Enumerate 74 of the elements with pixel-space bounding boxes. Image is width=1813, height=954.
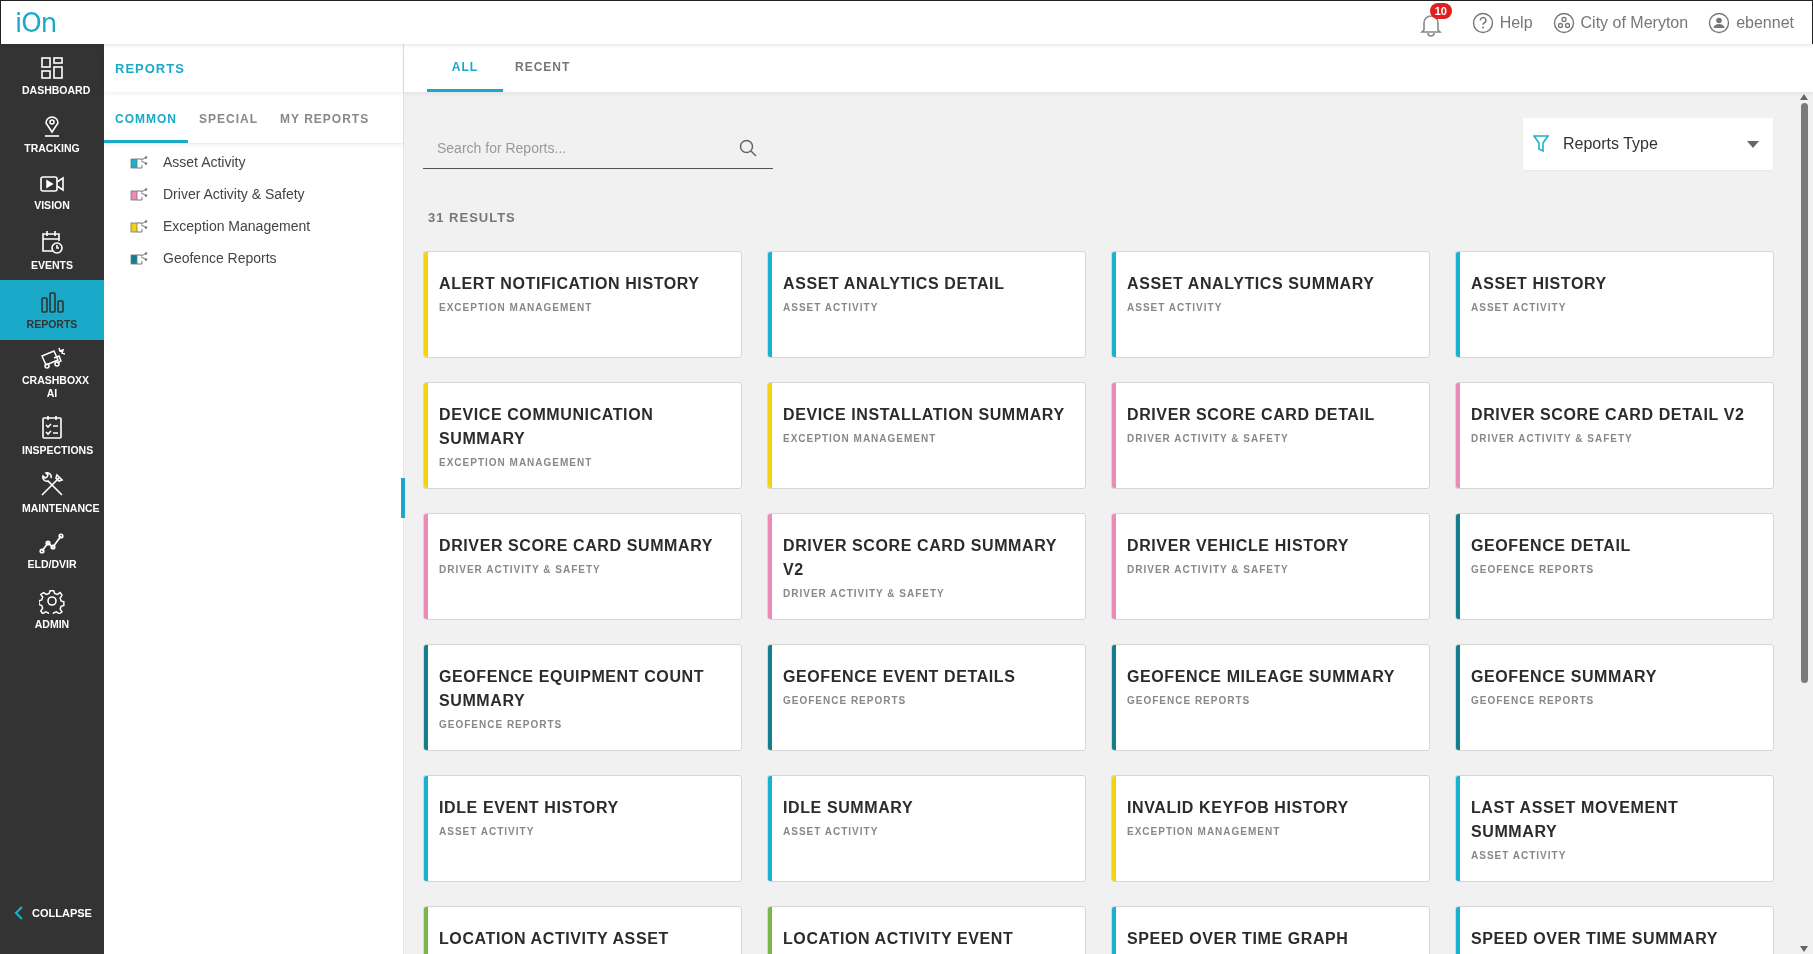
- report-card[interactable]: LOCATION ACTIVITY ASSET: [423, 906, 742, 954]
- category-item[interactable]: Geofence Reports: [130, 242, 403, 274]
- report-card[interactable]: ASSET HISTORY ASSET ACTIVITY: [1455, 251, 1774, 358]
- scroll-up-icon[interactable]: [1800, 94, 1808, 100]
- report-card[interactable]: SPEED OVER TIME GRAPH: [1111, 906, 1430, 954]
- bar-chart-icon: [40, 289, 64, 314]
- report-card[interactable]: DRIVER SCORE CARD DETAIL V2 DRIVER ACTIVITY & SAFETY: [1455, 382, 1774, 489]
- tools-icon: [39, 472, 65, 498]
- sidebar-item[interactable]: INSPECTIONS: [0, 407, 104, 465]
- folder-share-icon: [130, 219, 148, 233]
- folder-share-icon: [130, 251, 148, 265]
- crashed-truck-icon: [39, 346, 65, 370]
- search-icon: [739, 139, 757, 157]
- scrollbar[interactable]: [1799, 92, 1809, 952]
- report-card[interactable]: DRIVER SCORE CARD DETAIL DRIVER ACTIVITY & SAFETY: [1111, 382, 1430, 489]
- sidebar-item[interactable]: DASHBOARD: [0, 48, 104, 106]
- notification-count: 10: [1429, 2, 1452, 19]
- results-count: 31 RESULTS: [427, 210, 517, 225]
- report-card[interactable]: GEOFENCE EQUIPMENT COUNT SUMMARY GEOFENCE REPORTS: [423, 644, 742, 751]
- settings-icon: [39, 588, 65, 614]
- help-button[interactable]: Help: [1471, 11, 1533, 34]
- report-card[interactable]: ALERT NOTIFICATION HISTORY EXCEPTION MANAGEMENT: [423, 251, 742, 358]
- report-card[interactable]: LAST ASSET MOVEMENT SUMMARY ASSET ACTIVITY: [1455, 775, 1774, 882]
- video-camera-icon: [39, 173, 65, 195]
- panel-title: REPORTS: [115, 60, 185, 76]
- reports-type-dropdown[interactable]: Reports Type: [1523, 118, 1773, 170]
- caret-icon: [1747, 140, 1759, 148]
- report-card[interactable]: GEOFENCE EVENT DETAILS GEOFENCE REPORTS: [767, 644, 1086, 751]
- user-button[interactable]: ebennet: [1708, 11, 1794, 34]
- report-card[interactable]: SPEED OVER TIME SUMMARY: [1455, 906, 1774, 954]
- report-card[interactable]: DRIVER SCORE CARD SUMMARY DRIVER ACTIVITY & SAFETY: [423, 513, 742, 620]
- view-tab[interactable]: RECENT: [503, 44, 583, 92]
- sidebar-item[interactable]: ELD/DVIR: [0, 523, 104, 581]
- collapse-button[interactable]: COLLAPSE: [0, 906, 104, 954]
- calendar-clock-icon: [40, 229, 64, 255]
- user-icon: [1708, 11, 1731, 34]
- report-card[interactable]: DEVICE INSTALLATION SUMMARY EXCEPTION MANAGEMENT: [767, 382, 1086, 489]
- report-card[interactable]: ASSET ANALYTICS SUMMARY ASSET ACTIVITY: [1111, 251, 1430, 358]
- line-graph-icon: [39, 532, 65, 554]
- scroll-down-icon[interactable]: [1800, 946, 1808, 952]
- category-tab[interactable]: SPECIAL: [188, 94, 269, 143]
- report-card[interactable]: IDLE SUMMARY ASSET ACTIVITY: [767, 775, 1086, 882]
- report-card[interactable]: INVALID KEYFOB HISTORY EXCEPTION MANAGEMENT: [1111, 775, 1430, 882]
- report-card[interactable]: GEOFENCE SUMMARY GEOFENCE REPORTS: [1455, 644, 1774, 751]
- help-icon: [1471, 11, 1494, 34]
- organization-icon: [1552, 11, 1575, 34]
- category-item[interactable]: Exception Management: [130, 210, 403, 242]
- report-card[interactable]: DRIVER SCORE CARD SUMMARY V2 DRIVER ACTIVITY & SAFETY: [767, 513, 1086, 620]
- sidebar-item[interactable]: EVENTS: [0, 222, 104, 280]
- folder-share-icon: [130, 187, 148, 201]
- sidebar-item[interactable]: ADMIN: [0, 581, 104, 639]
- sidebar-item[interactable]: CRASHBOXX AI: [0, 340, 104, 407]
- sidebar-item[interactable]: TRACKING: [0, 106, 104, 164]
- dashboard-icon: [40, 56, 64, 80]
- notifications-button[interactable]: 10: [1419, 2, 1452, 37]
- report-card[interactable]: LOCATION ACTIVITY EVENT: [767, 906, 1086, 954]
- report-card[interactable]: GEOFENCE DETAIL GEOFENCE REPORTS: [1455, 513, 1774, 620]
- report-card[interactable]: IDLE EVENT HISTORY ASSET ACTIVITY: [423, 775, 742, 882]
- sidebar-item[interactable]: MAINTENANCE: [0, 465, 104, 523]
- organization-button[interactable]: City of Meryton: [1552, 11, 1689, 34]
- search-field[interactable]: Search for Reports...: [423, 136, 773, 169]
- report-card[interactable]: ASSET ANALYTICS DETAIL ASSET ACTIVITY: [767, 251, 1086, 358]
- report-card[interactable]: DEVICE COMMUNICATION SUMMARY EXCEPTION MANAGEMENT: [423, 382, 742, 489]
- report-card[interactable]: GEOFENCE MILEAGE SUMMARY GEOFENCE REPORTS: [1111, 644, 1430, 751]
- category-item[interactable]: Driver Activity & Safety: [130, 178, 403, 210]
- chevron-left-icon: [14, 906, 24, 920]
- sidebar-item[interactable]: REPORTS: [0, 280, 104, 340]
- folder-share-icon: [130, 155, 148, 169]
- category-item[interactable]: Asset Activity: [130, 146, 403, 178]
- checklist-icon: [41, 414, 63, 440]
- filter-icon: [1533, 135, 1549, 153]
- report-card[interactable]: DRIVER VEHICLE HISTORY DRIVER ACTIVITY & SAFETY: [1111, 513, 1430, 620]
- sidebar-item[interactable]: VISION: [0, 164, 104, 222]
- category-tab[interactable]: MY REPORTS: [269, 94, 381, 143]
